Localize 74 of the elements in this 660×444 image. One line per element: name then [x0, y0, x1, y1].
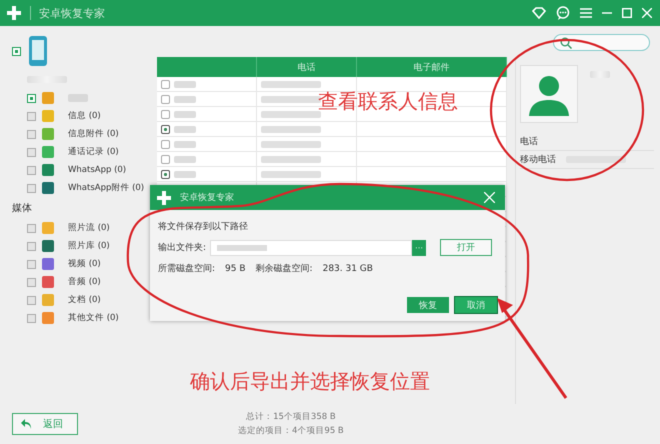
- category-checkbox[interactable]: [27, 242, 36, 250]
- folder-path-field[interactable]: [210, 240, 412, 256]
- blurred-phone-number: [261, 110, 321, 118]
- logo-icon: [6, 5, 22, 21]
- category-label[interactable]: 照片流 (0): [68, 222, 110, 234]
- back-arrow-icon: [21, 419, 31, 429]
- category-checkbox[interactable]: [27, 166, 36, 174]
- section-heading: 媒体: [12, 202, 33, 216]
- category-label[interactable]: WhatsApp (0): [68, 165, 126, 175]
- field-label: 剩余磁盘空间:: [256, 262, 313, 275]
- row-checkbox[interactable]: [161, 110, 170, 118]
- blurred-phone-number: [261, 126, 321, 132]
- total-text: 总计：15个项目358 B: [245, 411, 337, 424]
- selected-text: 选定的项目：4个项目95 B: [238, 424, 344, 438]
- blurred-name: [174, 140, 196, 148]
- section-heading: 电话: [520, 136, 539, 148]
- maximize-icon[interactable]: [622, 8, 632, 18]
- row-checkbox[interactable]: [161, 124, 170, 134]
- menu-icon[interactable]: [580, 8, 592, 18]
- row-checkbox[interactable]: [161, 80, 170, 88]
- blurred-name: [174, 170, 196, 178]
- category-checkbox[interactable]: [27, 94, 36, 102]
- diamond-icon[interactable]: [532, 7, 546, 19]
- field-label: 移动电话: [520, 154, 556, 166]
- blurred-path: [217, 244, 268, 250]
- blurred-name: [174, 126, 196, 132]
- dialog-title: 安卓恢复专家: [180, 192, 234, 204]
- category-label[interactable]: 信息 (0): [68, 110, 101, 122]
- category-label[interactable]: 通话记录 (0): [68, 146, 119, 158]
- device-checkbox[interactable]: [12, 46, 21, 56]
- space-needed-value: 95 B: [225, 264, 246, 274]
- blurred-name: [174, 110, 196, 118]
- row-checkbox[interactable]: [161, 94, 170, 104]
- category-checkbox[interactable]: [27, 130, 36, 138]
- window-title: 安卓恢复专家: [39, 6, 105, 20]
- blurred-phone-number: [261, 156, 321, 162]
- category-label[interactable]: 视频 (0): [68, 258, 101, 270]
- category-checkbox[interactable]: [27, 260, 36, 268]
- blurred-phone-number: [261, 80, 321, 88]
- blurred-name: [174, 96, 196, 102]
- row-checkbox[interactable]: [161, 140, 170, 148]
- search-field[interactable]: [553, 34, 650, 51]
- category-checkbox[interactable]: [27, 278, 36, 286]
- chat-icon[interactable]: [556, 6, 570, 20]
- category-label[interactable]: 信息附件 (0): [68, 128, 119, 140]
- category-checkbox[interactable]: [27, 184, 36, 192]
- field-label: 输出文件夹:: [158, 242, 206, 254]
- annotation-text: 查看联系人信息: [318, 88, 458, 115]
- blurred-phone-number: [261, 170, 321, 178]
- logo-icon: [156, 190, 172, 206]
- blurred-name: [174, 80, 196, 88]
- search-icon: [560, 37, 572, 49]
- category-label[interactable]: 音频 (0): [68, 276, 101, 288]
- close-icon[interactable]: [642, 8, 652, 18]
- close-icon[interactable]: [484, 192, 495, 203]
- category-label[interactable]: 其他文件 (0): [68, 312, 119, 324]
- category-checkbox[interactable]: [27, 112, 36, 120]
- field-label: 所需磁盘空间:: [158, 262, 216, 275]
- space-free-value: 283. 31 GB: [322, 264, 373, 274]
- category-checkbox[interactable]: [27, 314, 36, 322]
- blurred-phone-number: [566, 156, 626, 163]
- category-checkbox[interactable]: [27, 224, 36, 232]
- row-checkbox[interactable]: [161, 154, 170, 164]
- category-label[interactable]: WhatsApp附件 (0): [68, 182, 144, 194]
- annotation-text: 确认后导出并选择恢复位置: [190, 368, 430, 395]
- phone-icon: [27, 35, 49, 67]
- category-label[interactable]: 照片库 (0): [68, 240, 110, 252]
- blurred-phone-number: [261, 140, 321, 148]
- category-checkbox[interactable]: [27, 148, 36, 156]
- category-label[interactable]: 文档 (0): [68, 294, 101, 306]
- dialog-text: 将文件保存到以下路径: [158, 220, 249, 233]
- category-checkbox[interactable]: [27, 296, 36, 304]
- blurred-name: [174, 156, 196, 162]
- row-checkbox[interactable]: [161, 170, 170, 178]
